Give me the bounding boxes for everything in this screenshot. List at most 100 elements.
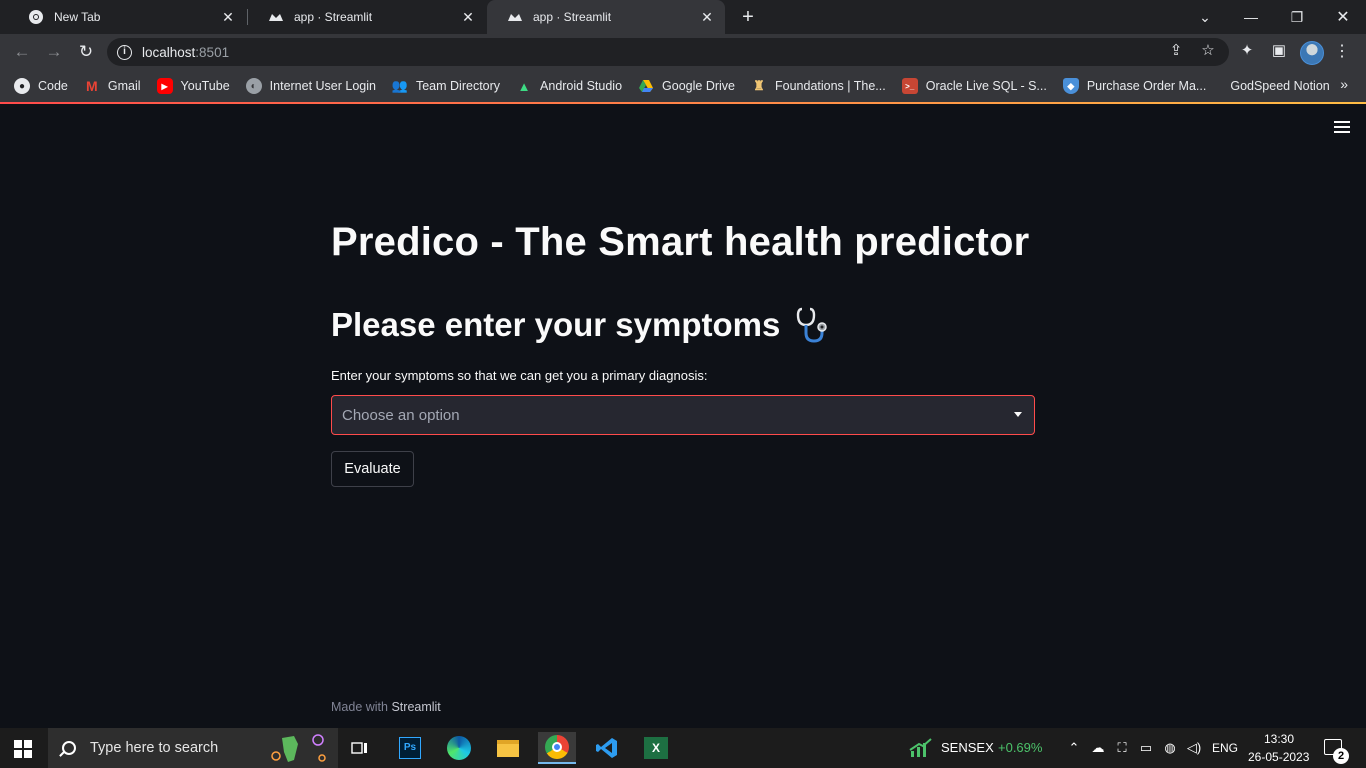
footer-streamlit-link[interactable]: Streamlit <box>391 700 440 714</box>
info-icon[interactable]: i <box>117 44 132 60</box>
share-icon[interactable]: ⇪ <box>1165 40 1187 62</box>
excel-icon[interactable]: X <box>637 732 675 764</box>
restore-button[interactable]: ❐ <box>1274 0 1320 34</box>
footer: Made with Streamlit <box>331 700 441 714</box>
stock-name[interactable]: SENSEX <box>941 740 994 755</box>
page-title: Predico - The Smart health predictor <box>331 220 1030 264</box>
url-text: localhost:8501 <box>142 45 229 60</box>
browser-toolbar: ← → ↻ i localhost:8501 ⇪ ☆ ✦ ▣ <box>0 34 1366 70</box>
minimize-button[interactable]: — <box>1228 0 1274 34</box>
bookmark-gmail[interactable]: M Gmail <box>84 78 141 94</box>
bookmark-youtube[interactable]: ▶ YouTube <box>156 78 230 94</box>
bookmark-foundations[interactable]: ♜ Foundations | The... <box>751 78 886 94</box>
hamburger-menu-icon[interactable] <box>1334 121 1350 135</box>
shield-icon: ◆ <box>1062 78 1079 94</box>
side-panel-icon[interactable]: ▣ <box>1268 40 1290 62</box>
tab-title: app · Streamlit <box>294 10 373 24</box>
extensions-icon[interactable]: ✦ <box>1236 40 1258 62</box>
close-icon[interactable]: ✕ <box>699 9 715 25</box>
section-heading: Please enter your symptoms <box>331 305 832 345</box>
windows-taskbar: Type here to search Ps X SENSEX +0.69% ⌃… <box>0 728 1366 768</box>
bookmark-code[interactable]: ● Code <box>14 78 68 94</box>
people-icon: 👥 <box>391 78 409 93</box>
onedrive-icon[interactable]: ☁ <box>1090 740 1106 756</box>
chrome-taskbar-icon[interactable] <box>538 732 576 764</box>
clock-time[interactable]: 13:30 <box>1264 732 1294 746</box>
bookmark-label: GodSpeed Notion <box>1230 79 1330 93</box>
streamlit-header-decoration <box>0 102 1366 104</box>
bookmark-label: Team Directory <box>415 79 501 93</box>
bookmark-label: Purchase Order Ma... <box>1086 79 1207 93</box>
bookmark-internet-login[interactable]: ◐ Internet User Login <box>245 78 376 94</box>
bookmark-oracle-live-sql[interactable]: >_ Oracle Live SQL - S... <box>901 78 1047 94</box>
search-icon <box>62 741 76 755</box>
bookmark-label: Google Drive <box>662 79 735 93</box>
new-tab-button[interactable]: + <box>737 6 759 28</box>
meet-now-icon[interactable]: ⛶ <box>1114 740 1130 756</box>
windows-start-icon[interactable] <box>14 740 32 758</box>
tab-search-button[interactable]: ⌄ <box>1182 0 1228 34</box>
chrome-icon <box>29 10 43 24</box>
bookmark-purchase-order[interactable]: ◆ Purchase Order Ma... <box>1062 78 1207 94</box>
bookmarks-bar: ● Code M Gmail ▶ YouTube ◐ Internet User… <box>0 70 1366 102</box>
chevron-down-icon[interactable] <box>1014 412 1022 417</box>
close-icon[interactable]: ✕ <box>220 9 236 25</box>
drive-icon <box>639 80 654 92</box>
battery-icon[interactable]: ▭ <box>1138 740 1154 756</box>
stock-chart-icon <box>909 738 932 757</box>
star-icon[interactable]: ☆ <box>1197 40 1219 62</box>
streamlit-icon <box>269 14 283 21</box>
tab-streamlit-1[interactable]: app · Streamlit ✕ <box>248 0 486 34</box>
network-icon[interactable]: ◍ <box>1162 740 1178 756</box>
photoshop-icon[interactable]: Ps <box>391 732 429 764</box>
vscode-icon[interactable] <box>588 732 626 764</box>
youtube-icon: ▶ <box>156 78 173 94</box>
gmail-icon: M <box>86 78 98 94</box>
close-window-button[interactable]: ✕ <box>1320 0 1366 34</box>
address-bar[interactable]: i localhost:8501 <box>107 38 1229 66</box>
stock-change[interactable]: +0.69% <box>998 740 1042 755</box>
taskbar-search-placeholder: Type here to search <box>90 740 219 756</box>
back-button[interactable]: ← <box>10 40 34 64</box>
close-icon[interactable]: ✕ <box>460 9 476 25</box>
volume-icon[interactable]: ◁) <box>1186 740 1202 756</box>
stethoscope-icon <box>797 307 828 343</box>
forward-button[interactable]: → <box>42 40 66 64</box>
url-host: localhost <box>142 44 196 60</box>
language-indicator[interactable]: ENG <box>1212 741 1238 755</box>
tab-title: app · Streamlit <box>533 10 612 24</box>
reload-button[interactable]: ↻ <box>74 40 98 64</box>
tab-streamlit-2[interactable]: app · Streamlit ✕ <box>487 0 725 34</box>
symptoms-multiselect[interactable]: Choose an option <box>331 395 1035 435</box>
file-explorer-icon[interactable] <box>489 732 527 764</box>
select-placeholder: Choose an option <box>342 406 460 424</box>
bookmark-label: Oracle Live SQL - S... <box>925 79 1047 93</box>
bookmark-team-directory[interactable]: 👥 Team Directory <box>392 78 500 94</box>
streamlit-icon <box>508 14 522 21</box>
evaluate-button[interactable]: Evaluate <box>331 451 414 487</box>
menu-icon[interactable]: ⋮ <box>1334 40 1350 64</box>
globe-icon: ◐ <box>245 78 262 94</box>
bookmark-godspeed-notion[interactable]: GodSpeed Notion <box>1230 79 1329 93</box>
profile-avatar[interactable] <box>1300 41 1324 65</box>
foundations-icon: ♜ <box>753 78 765 93</box>
terminal-icon: >_ <box>901 78 918 94</box>
taskbar-search[interactable]: Type here to search <box>48 728 338 768</box>
task-view-icon[interactable] <box>341 732 379 764</box>
search-highlight-icon <box>271 734 326 762</box>
tab-new-tab[interactable]: New Tab ✕ <box>8 0 246 34</box>
chevron-up-icon[interactable]: ⌃ <box>1066 740 1082 756</box>
footer-prefix: Made with <box>331 700 388 714</box>
edge-icon[interactable] <box>440 732 478 764</box>
github-icon: ● <box>14 78 30 94</box>
url-port: :8501 <box>195 44 230 60</box>
bookmark-label: Code <box>38 79 68 93</box>
more-bookmarks-icon[interactable]: » <box>1340 76 1348 92</box>
bookmark-android-studio[interactable]: ▲ Android Studio <box>516 78 622 94</box>
bookmark-label: Foundations | The... <box>775 79 886 93</box>
clock-date[interactable]: 26-05-2023 <box>1248 750 1309 764</box>
notification-count: 2 <box>1333 748 1349 764</box>
bookmark-label: Internet User Login <box>269 79 376 93</box>
bookmark-label: Android Studio <box>540 79 623 93</box>
bookmark-google-drive[interactable]: Google Drive <box>638 78 735 94</box>
